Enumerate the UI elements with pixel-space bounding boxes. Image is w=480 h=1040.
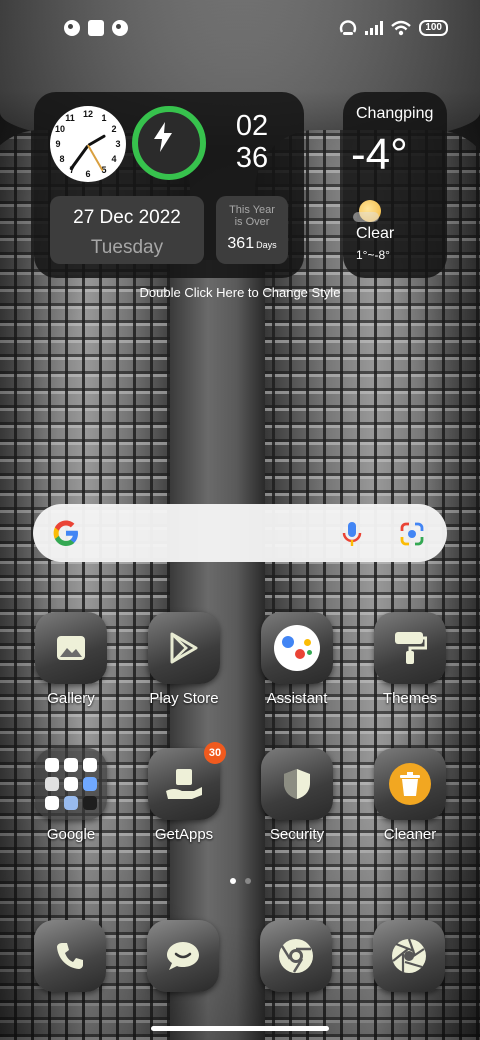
- notification-icon: [112, 20, 128, 36]
- page-dot-active: [229, 878, 236, 884]
- app-play-store[interactable]: Play Store: [129, 612, 239, 707]
- folder-icon: [35, 748, 107, 820]
- clock-numeral: 10: [54, 124, 65, 134]
- dock-camera[interactable]: [373, 920, 445, 992]
- year-over-line1: This Year: [229, 204, 275, 216]
- phone-icon: [57, 943, 83, 969]
- clock-numeral: 12: [82, 109, 93, 119]
- app-label: Cleaner: [383, 826, 437, 843]
- assistant-icon: [261, 612, 333, 684]
- weather-temperature: -4°: [351, 130, 408, 179]
- app-label: Play Store: [149, 690, 219, 707]
- clock-widget[interactable]: 12 1 2 3 4 5 6 7 8 9 10 11 02 36 27 Dec …: [34, 92, 304, 278]
- hotspot-icon: [340, 20, 357, 35]
- themes-icon: [374, 612, 446, 684]
- app-gallery[interactable]: Gallery: [16, 612, 126, 707]
- app-security[interactable]: Security: [242, 748, 352, 843]
- app-getapps[interactable]: 30 GetApps: [129, 742, 239, 843]
- year-over-label: This Year is Over: [216, 204, 288, 228]
- app-cleaner[interactable]: Cleaner: [355, 748, 465, 843]
- status-bar: 100: [0, 14, 480, 42]
- play-store-icon: [148, 612, 220, 684]
- home-gesture-bar[interactable]: [151, 1026, 329, 1031]
- weather-condition: Clear: [356, 225, 395, 242]
- app-label: Google: [46, 826, 96, 843]
- notification-badge: 30: [204, 742, 226, 764]
- clock-numeral: 6: [85, 169, 91, 179]
- page-dot: [244, 878, 251, 884]
- app-label: GetApps: [154, 826, 214, 843]
- gallery-notification-icon: [88, 20, 104, 36]
- clock-minutes: 36: [235, 142, 269, 174]
- weather-widget[interactable]: Changping -4° Clear 1°~-8°: [343, 92, 447, 278]
- app-assistant[interactable]: Assistant: [242, 612, 352, 707]
- analog-clock: 12 1 2 3 4 5 6 7 8 9 10 11: [50, 106, 126, 182]
- digital-clock: 02 36: [224, 110, 280, 174]
- clock-numeral: 4: [111, 154, 117, 164]
- days-count-row: 361 Days: [216, 235, 288, 253]
- year-progress-box: This Year is Over 361 Days: [216, 196, 288, 264]
- camera-icon: [392, 938, 426, 973]
- app-label: Assistant: [266, 690, 328, 707]
- clock-numeral: 11: [65, 113, 75, 123]
- signal-icon: [365, 21, 384, 35]
- cleaner-icon: [374, 748, 446, 820]
- wifi-icon: [391, 20, 412, 36]
- lens-icon[interactable]: [399, 521, 425, 547]
- getapps-icon: 30: [148, 742, 226, 820]
- year-over-line2: is Over: [234, 216, 270, 228]
- date-box: 27 Dec 2022 Tuesday: [50, 196, 204, 264]
- date-text: 27 Dec 2022: [73, 207, 181, 228]
- clock-numeral: 9: [55, 139, 61, 149]
- google-logo: [53, 520, 78, 546]
- clock-hour-hand: [87, 134, 107, 147]
- app-label: Security: [269, 826, 325, 843]
- battery-level: 100: [425, 22, 442, 33]
- clock-hours: 02: [235, 110, 269, 142]
- weather-city: Changping: [356, 105, 434, 122]
- shield-icon: [261, 748, 333, 820]
- clock-numeral: 1: [101, 113, 107, 123]
- battery-icon: 100: [419, 20, 448, 36]
- days-count: 361: [227, 235, 255, 252]
- messages-icon: [167, 942, 199, 970]
- dock-chrome[interactable]: [260, 920, 332, 992]
- lightning-icon: [154, 122, 172, 152]
- mic-icon[interactable]: [341, 520, 363, 548]
- status-bar-notifications: [64, 20, 128, 36]
- app-themes[interactable]: Themes: [355, 612, 465, 707]
- days-label: Days: [256, 240, 277, 250]
- gallery-icon: [35, 612, 107, 684]
- dock-phone[interactable]: [34, 920, 106, 992]
- google-search-bar[interactable]: [33, 504, 447, 562]
- charging-ring: [132, 106, 206, 180]
- clock-second-hand: [87, 144, 104, 172]
- page-indicator[interactable]: [0, 878, 480, 884]
- weekday-text: Tuesday: [90, 237, 164, 258]
- weather-range: 1°~-8°: [356, 248, 390, 262]
- chrome-icon: [279, 939, 313, 973]
- app-folder-google[interactable]: Google: [16, 748, 126, 843]
- app-label: Themes: [382, 690, 438, 707]
- clock-numeral: 8: [59, 154, 65, 164]
- status-bar-system: 100: [339, 20, 448, 36]
- clock-minute-hand: [69, 144, 90, 171]
- sun-icon: [353, 200, 381, 222]
- dock-messages[interactable]: [147, 920, 219, 992]
- clock-numeral: 3: [115, 139, 121, 149]
- widget-style-hint[interactable]: Double Click Here to Change Style: [0, 285, 480, 300]
- clock-numeral: 2: [111, 124, 117, 134]
- notification-icon: [64, 20, 80, 36]
- app-label: Gallery: [47, 690, 95, 707]
